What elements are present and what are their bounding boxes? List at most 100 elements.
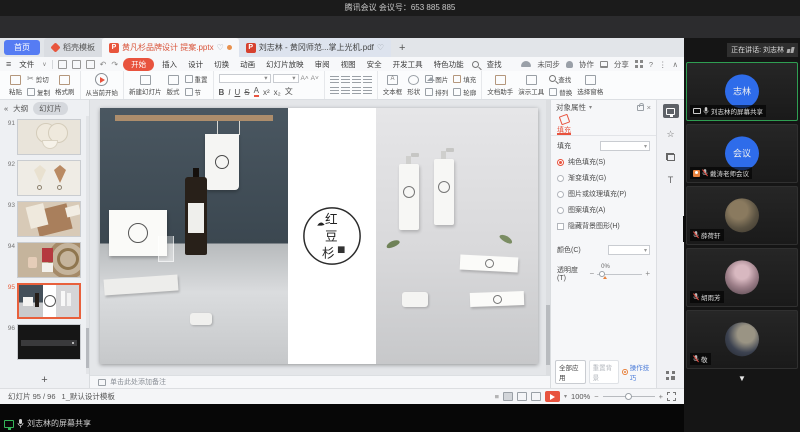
replace-button[interactable]: 替换 <box>549 87 572 97</box>
increase-font-button[interactable]: A˄ <box>301 75 309 82</box>
sync-status[interactable]: 未同步 <box>537 59 560 70</box>
sorter-view-button[interactable] <box>517 392 527 401</box>
participant-tile-liuzhilin[interactable]: 志林 刘志林的屏幕共享 <box>686 62 798 121</box>
participant-tile-5[interactable]: 敬 <box>686 310 798 369</box>
fill-type-select[interactable]: ▾ <box>600 141 650 151</box>
font-color-button[interactable]: A <box>254 86 259 97</box>
shapes-panel-toggle[interactable] <box>663 150 679 164</box>
menu-file[interactable]: 文件 <box>16 59 37 70</box>
thumbnail-scrollbar[interactable] <box>86 116 89 374</box>
search-icon[interactable] <box>472 61 479 68</box>
slide-thumb-95-selected[interactable]: 95 <box>2 283 84 319</box>
justify-icon[interactable] <box>363 87 372 95</box>
collapse-ribbon-icon[interactable]: ∧ <box>673 60 679 69</box>
fill-button[interactable]: 填充 <box>453 74 476 84</box>
reading-view-button[interactable] <box>531 392 541 401</box>
pin-panel-icon[interactable] <box>637 105 644 111</box>
print-icon[interactable] <box>72 60 81 69</box>
new-tab-button[interactable]: + <box>399 42 405 54</box>
color-select[interactable]: ▾ <box>608 245 650 255</box>
slide-thumb-96[interactable]: 96 <box>2 324 84 360</box>
strikethrough-button[interactable]: S <box>244 88 249 97</box>
bullet-list-icon[interactable] <box>330 76 339 84</box>
notes-bar[interactable]: 单击此处添加备注 <box>90 375 550 388</box>
text-effect-button[interactable]: 文 <box>285 86 293 97</box>
decrease-font-button[interactable]: A˅ <box>311 75 319 82</box>
cut-button[interactable]: ✂ 剪切 <box>27 74 50 84</box>
tips-link[interactable]: 操作技巧 <box>622 362 652 382</box>
fill-tab[interactable]: 填充 <box>557 114 571 135</box>
share-button[interactable]: 分享 <box>614 59 629 70</box>
option-gradient-fill[interactable]: 渐变填充(G) <box>557 173 650 183</box>
play-options-icon[interactable]: ▾ <box>564 393 567 400</box>
slide-thumb-91[interactable]: 91 <box>2 119 84 155</box>
shapes-button[interactable]: 形状 <box>407 75 420 96</box>
notes-toggle-icon[interactable]: ≡ <box>495 392 499 401</box>
apply-all-button[interactable]: 全部应用 <box>555 360 586 384</box>
zoom-slider[interactable] <box>603 392 655 401</box>
option-pattern-fill[interactable]: 图案填充(A) <box>557 205 650 215</box>
participant-tile-daitao[interactable]: 会议 戴涛老师会议 <box>686 124 798 183</box>
menu-review-tab[interactable]: 审阅 <box>312 59 333 70</box>
line-spacing-icon[interactable] <box>363 76 372 84</box>
text-panel-toggle[interactable]: T <box>663 173 679 187</box>
new-slide-button[interactable]: 新建幻灯片 <box>129 75 162 96</box>
menu-search[interactable]: 查找 <box>484 59 505 70</box>
favorite-icon[interactable]: ♡ <box>377 43 384 52</box>
transparency-slider[interactable]: 0% <box>597 270 642 278</box>
menu-security-tab[interactable]: 安全 <box>364 59 385 70</box>
slides-tab[interactable]: 幻灯片 <box>33 102 68 115</box>
undo-icon[interactable]: ↶ <box>100 60 107 69</box>
tab-document-active[interactable]: P 黄凡杉品牌设计 提案.pptx ♡ <box>102 38 239 57</box>
align-center-icon[interactable] <box>341 87 350 95</box>
outline-tab[interactable]: 大纲 <box>13 103 28 114</box>
selection-pane-button[interactable]: 选择窗格 <box>577 75 603 96</box>
normal-view-button[interactable] <box>503 392 513 401</box>
menu-design-tab[interactable]: 设计 <box>185 59 206 70</box>
picture-button[interactable]: 图片 <box>425 74 448 84</box>
object-properties-toggle[interactable] <box>663 104 679 118</box>
checkbox-hide-background[interactable]: 隐藏背景图形(H) <box>557 221 650 231</box>
present-tools-button[interactable]: 演示工具 <box>518 75 544 96</box>
menu-animation-tab[interactable]: 动画 <box>237 59 258 70</box>
tab-home[interactable]: 首页 <box>4 40 40 55</box>
outline-button[interactable]: 轮廓 <box>453 87 476 97</box>
superscript-button[interactable]: x² <box>263 88 270 97</box>
font-size-select[interactable]: ▾ <box>273 74 299 83</box>
menu-insert-tab[interactable]: 插入 <box>159 59 180 70</box>
slide-thumb-94[interactable]: 94 <box>2 242 84 278</box>
zoom-in-button[interactable]: + <box>659 392 663 401</box>
hamburger-icon[interactable]: ≡ <box>6 59 11 69</box>
underline-button[interactable]: U <box>235 88 241 97</box>
slide-95-content[interactable]: 红 豆 杉 <box>100 108 538 364</box>
paste-button[interactable]: 粘贴 <box>9 75 22 96</box>
slideshow-play-button[interactable] <box>545 391 560 402</box>
option-picture-fill[interactable]: 图片或纹理填充(P) <box>557 189 650 199</box>
fit-window-icon[interactable] <box>667 392 676 401</box>
indent-icon[interactable] <box>352 76 361 84</box>
menu-home-tab[interactable]: 开始 <box>123 58 154 71</box>
number-list-icon[interactable] <box>341 76 350 84</box>
menu-transition-tab[interactable]: 切换 <box>211 59 232 70</box>
play-from-current-button[interactable]: 从当前开始 <box>86 73 119 97</box>
font-name-select[interactable]: ▾ <box>219 74 271 83</box>
menu-devtools-tab[interactable]: 开发工具 <box>390 59 426 70</box>
more-participants-button[interactable]: ▼ <box>684 374 800 383</box>
slide-thumb-92[interactable]: 92 <box>2 160 84 196</box>
bold-button[interactable]: B <box>219 88 225 97</box>
tab-document-pdf[interactable]: P 刘志林 - 黄冈师范...掌上光机.pdf ♡ <box>239 38 391 57</box>
close-panel-icon[interactable]: × <box>647 103 651 112</box>
find-button[interactable]: 查找 <box>549 74 572 84</box>
menu-view-tab[interactable]: 视图 <box>338 59 359 70</box>
add-slide-button[interactable]: + <box>0 374 89 388</box>
layout-button[interactable]: 版式 <box>167 75 180 96</box>
align-right-icon[interactable] <box>352 87 361 95</box>
favorite-icon[interactable]: ♡ <box>217 43 224 52</box>
collapse-panel-icon[interactable]: « <box>4 104 8 113</box>
copy-button[interactable]: 复制 <box>27 87 50 97</box>
redo-icon[interactable]: ↷ <box>111 60 118 69</box>
slide-thumb-93[interactable]: 93 <box>2 201 84 237</box>
save-icon[interactable] <box>58 60 67 69</box>
option-solid-fill[interactable]: 纯色填充(S) <box>557 157 650 167</box>
doc-assistant-button[interactable]: 文档助手 <box>487 75 513 96</box>
